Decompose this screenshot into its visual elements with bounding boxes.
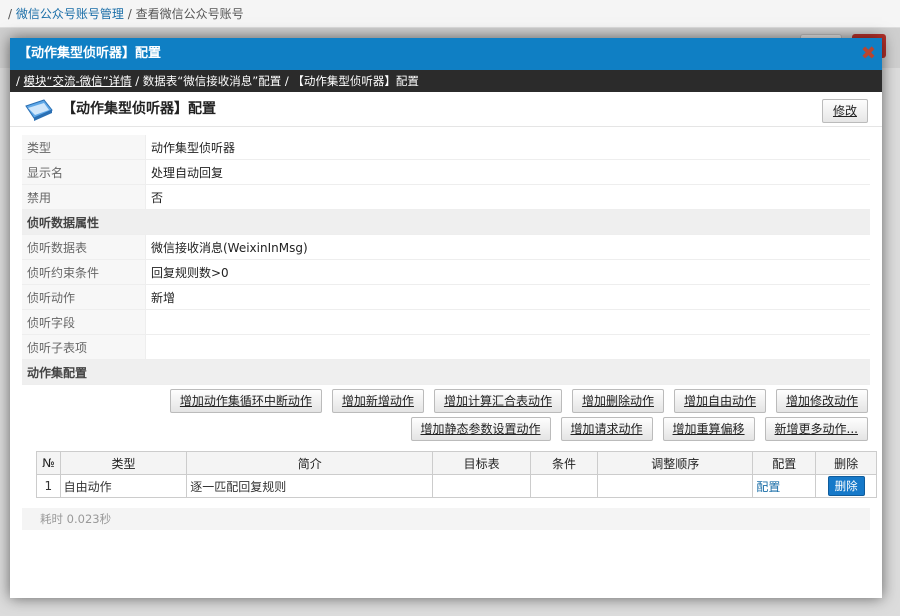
add-aggregate-action-button[interactable]: 增加计算汇合表动作 [433,389,562,413]
add-insert-action-button[interactable]: 增加新增动作 [331,389,424,413]
section-listen-properties: 侦听数据属性 [22,209,870,235]
config-link[interactable]: 配置 [756,480,780,494]
breadcrumb-link-wechat-accounts[interactable]: 微信公众号账号管理 [16,7,124,21]
prop-row-type: 类型 动作集型侦听器 [22,135,870,160]
prop-value: 否 [145,184,870,210]
prop-row-listen-field: 侦听字段 [22,309,870,335]
prop-row-listen-action: 侦听动作 新增 [22,284,870,310]
table-row: 1 自由动作 逐一匹配回复规则 配置 删除 [36,474,877,498]
prop-label: 显示名 [22,159,146,185]
prop-row-listen-subitem: 侦听子表项 [22,334,870,360]
column-header-config: 配置 [752,451,817,475]
prop-row-display-name: 显示名 处理自动回复 [22,159,870,185]
section-action-set: 动作集配置 [22,359,870,385]
column-header-order: 调整顺序 [596,451,754,475]
cell-config: 配置 [752,474,817,498]
prop-row-disabled: 禁用 否 [22,184,870,210]
cell-delete: 删除 [815,474,877,498]
prop-label: 侦听子表项 [22,334,146,360]
section-title: 侦听数据属性 [22,209,870,235]
prop-row-listen-condition: 侦听约束条件 回复规则数>0 [22,259,870,285]
properties-table: 类型 动作集型侦听器 显示名 处理自动回复 禁用 否 侦听数据属性 侦听数据表 … [22,135,870,385]
modal-header: 【动作集型侦听器】配置 ✖ [10,38,882,70]
config-modal: 【动作集型侦听器】配置 ✖ / 模块“交流-微信”详情 / 数据表“微信接收消息… [10,38,882,598]
crumb-link-module-detail[interactable]: 模块“交流-微信”详情 [24,74,132,88]
cell-no: 1 [36,474,61,498]
add-recalc-offset-button[interactable]: 增加重算偏移 [662,417,755,441]
crumb-separator: / [16,74,20,88]
add-loop-break-action-button[interactable]: 增加动作集循环中断动作 [169,389,322,413]
prop-value: 回复规则数>0 [145,259,870,285]
add-static-param-action-button[interactable]: 增加静态参数设置动作 [410,417,551,441]
add-free-action-button[interactable]: 增加自由动作 [673,389,766,413]
add-delete-action-button[interactable]: 增加删除动作 [571,389,664,413]
table-header-row: № 类型 简介 目标表 条件 调整顺序 配置 删除 [36,451,877,475]
prop-value [145,334,870,360]
background-breadcrumb: / 微信公众号账号管理 / 查看微信公众号账号 [0,0,900,28]
prop-label: 类型 [22,135,146,160]
add-update-action-button[interactable]: 增加修改动作 [775,389,868,413]
prop-label: 禁用 [22,184,146,210]
cell-type: 自由动作 [59,474,188,498]
column-header-no: № [36,451,61,475]
edit-button[interactable]: 修改 [821,99,868,123]
prop-label: 侦听数据表 [22,234,146,260]
section-title: 动作集配置 [22,359,870,385]
title-row: 【动作集型侦听器】配置 修改 [10,92,882,127]
column-header-target-table: 目标表 [432,451,532,475]
prop-value: 动作集型侦听器 [145,135,870,160]
column-header-type: 类型 [59,451,188,475]
page-title: 【动作集型侦听器】配置 [62,101,216,117]
column-header-condition: 条件 [530,451,598,475]
column-header-delete: 删除 [815,451,877,475]
modal-breadcrumb: / 模块“交流-微信”详情 / 数据表“微信接收消息”配置 / 【动作集型侦听器… [10,70,882,92]
cell-summary: 逐一匹配回复规则 [186,474,434,498]
prop-row-listen-table: 侦听数据表 微信接收消息(WeixinInMsg) [22,234,870,260]
modal-title: 【动作集型侦听器】配置 [18,46,162,61]
actions-table: № 类型 简介 目标表 条件 调整顺序 配置 删除 1 自由动作 逐一匹配回复规… [36,451,877,498]
breadcrumb-separator: / [8,7,13,21]
prop-label: 侦听字段 [22,309,146,335]
prop-value [145,309,870,335]
column-header-summary: 简介 [186,451,434,475]
cell-condition [530,474,598,498]
cell-order [596,474,754,498]
delete-button[interactable]: 删除 [827,476,865,496]
action-buttons-row-1: 增加动作集循环中断动作 增加新增动作 增加计算汇合表动作 增加删除动作 增加自由… [22,389,870,413]
prop-value: 新增 [145,284,870,310]
add-more-actions-button[interactable]: 新增更多动作... [764,417,868,441]
crumb-datatable-config: / 数据表“微信接收消息”配置 / [135,74,289,88]
modal-body: 类型 动作集型侦听器 显示名 处理自动回复 禁用 否 侦听数据属性 侦听数据表 … [10,127,882,530]
cell-target-table [432,474,532,498]
breadcrumb-current: 查看微信公众号账号 [135,7,244,21]
prop-label: 侦听动作 [22,284,146,310]
action-buttons-row-2: 增加静态参数设置动作 增加请求动作 增加重算偏移 新增更多动作... [22,417,870,441]
close-icon[interactable]: ✖ [861,38,876,70]
crumb-current: 【动作集型侦听器】配置 [292,74,419,88]
elapsed-time: 耗时 0.023秒 [22,508,870,530]
listener-config-icon [25,99,53,121]
prop-label: 侦听约束条件 [22,259,146,285]
action-buttons-area: 增加动作集循环中断动作 增加新增动作 增加计算汇合表动作 增加删除动作 增加自由… [22,385,870,447]
prop-value: 微信接收消息(WeixinInMsg) [145,234,870,260]
prop-value: 处理自动回复 [145,159,870,185]
breadcrumb-separator: / [127,7,132,21]
add-request-action-button[interactable]: 增加请求动作 [560,417,653,441]
